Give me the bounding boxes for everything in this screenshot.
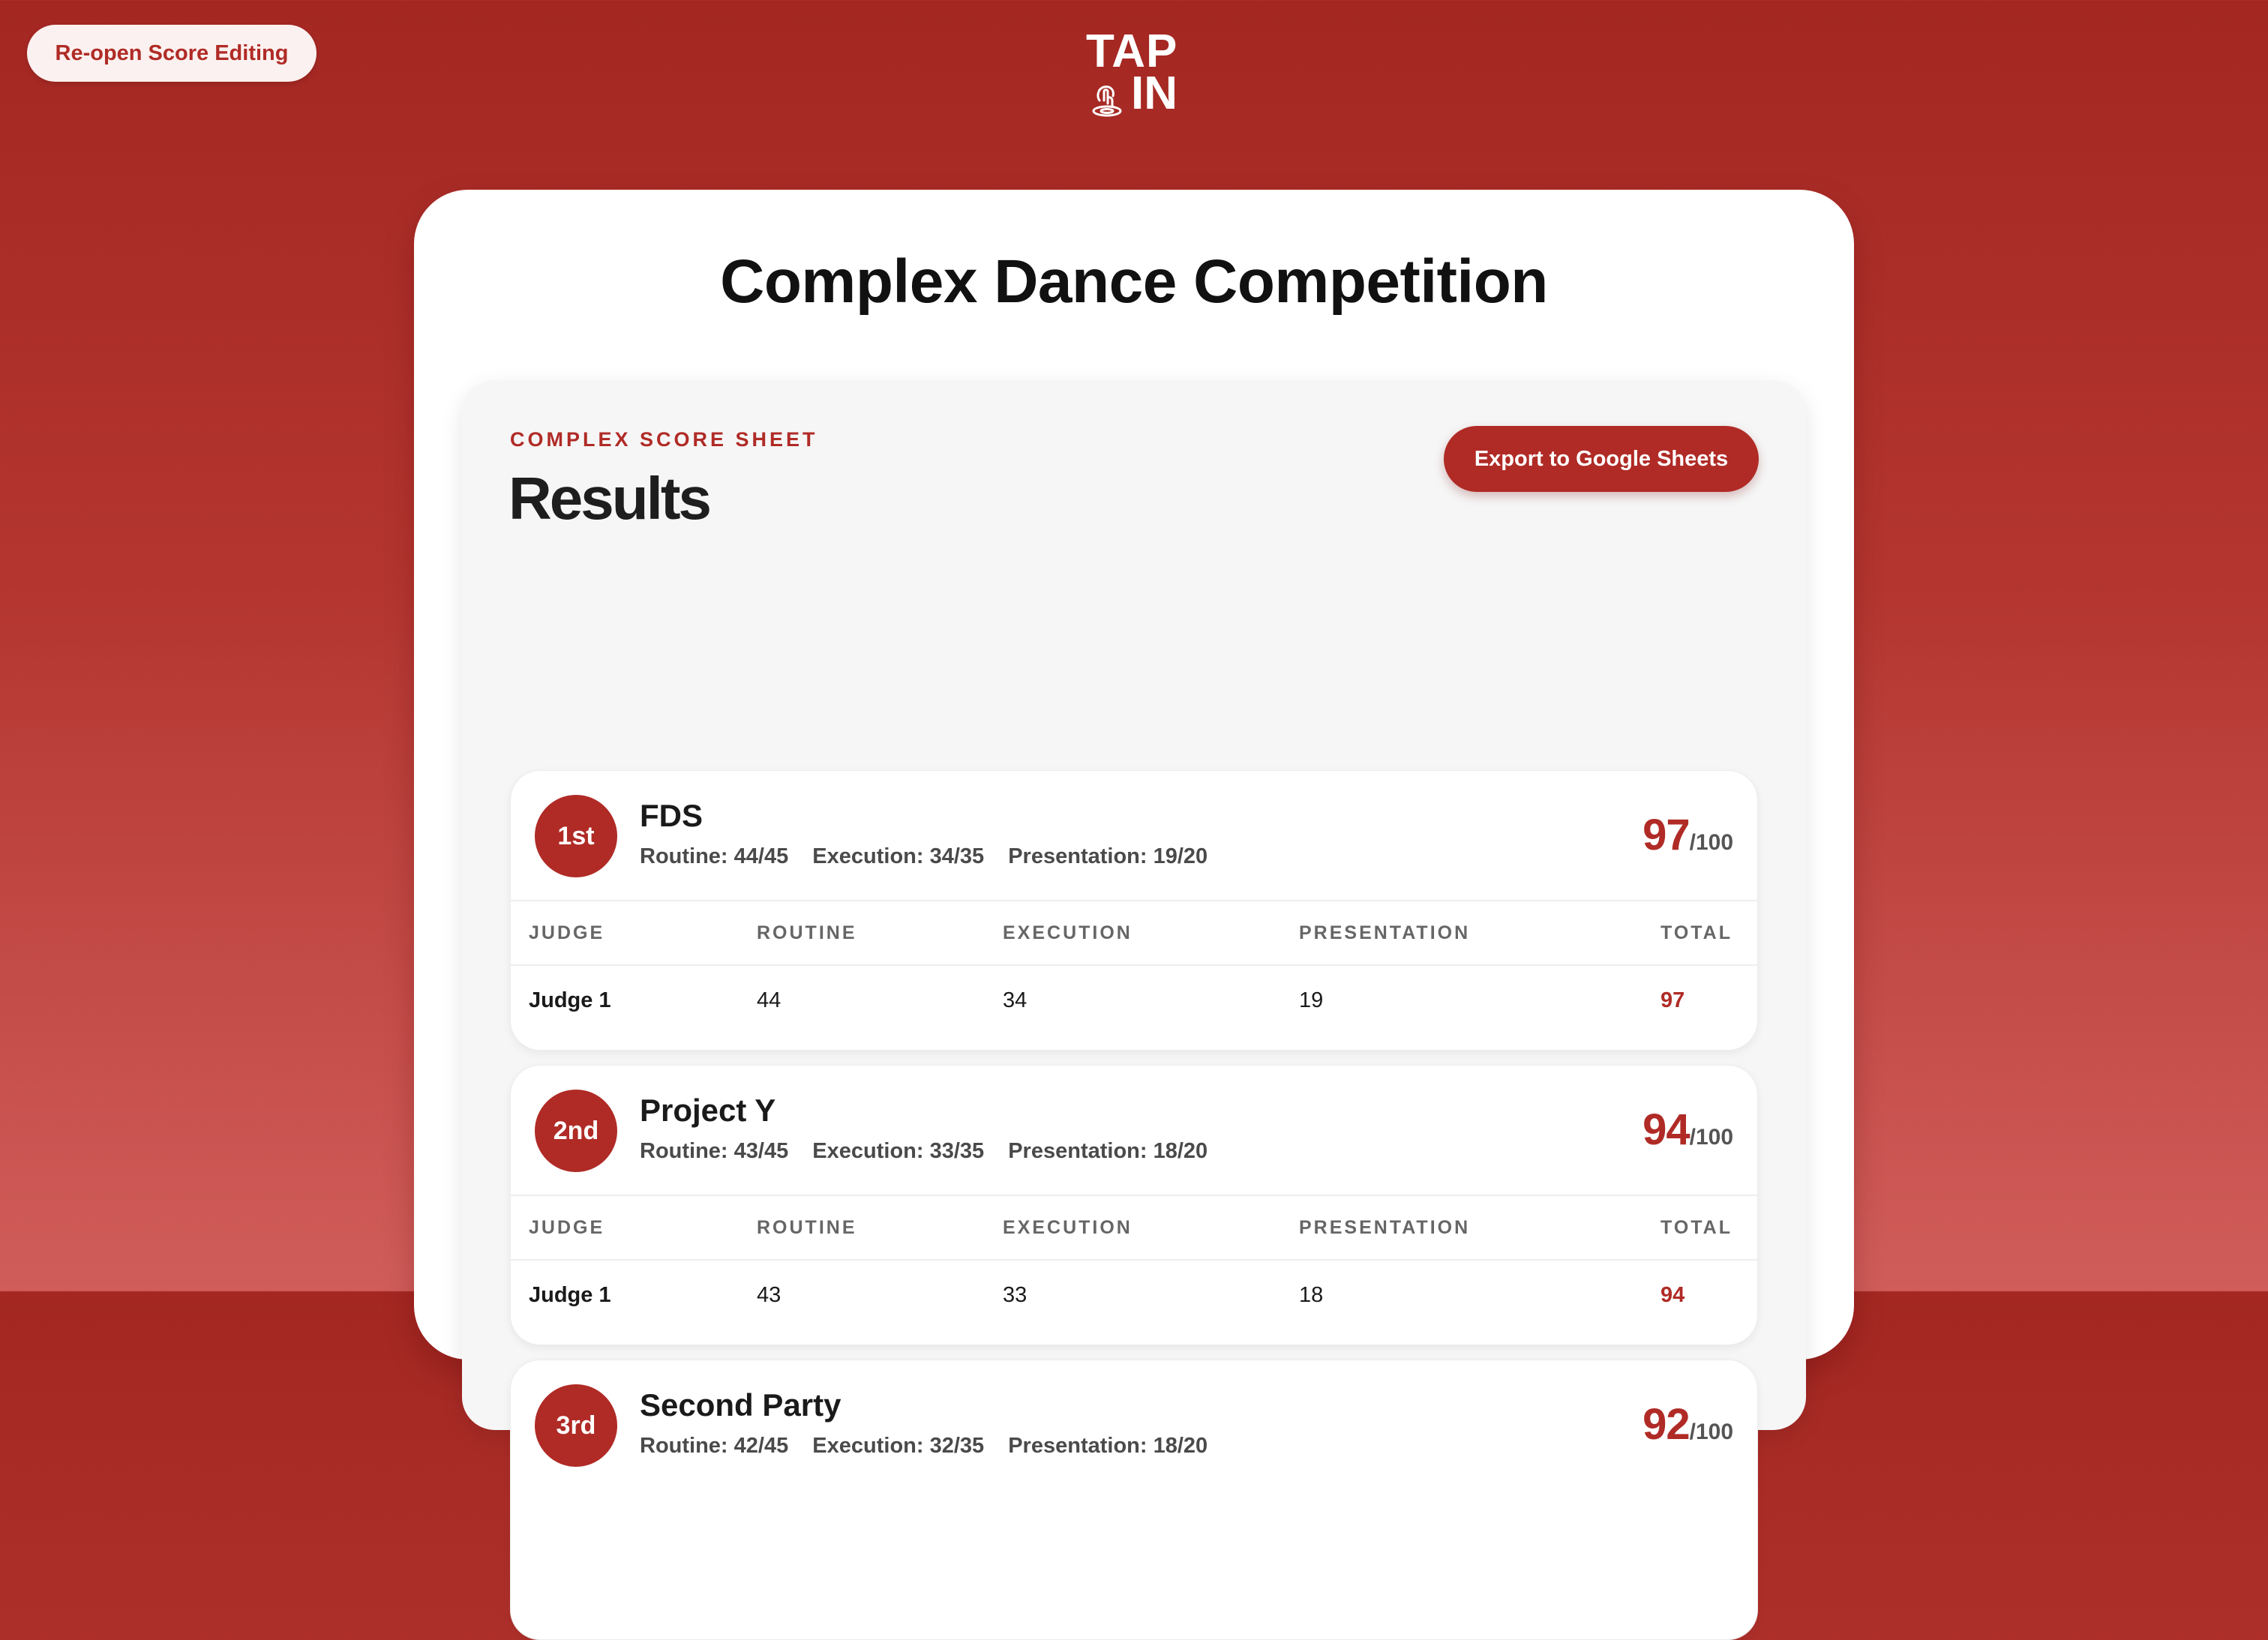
- rank-badge: 3rd: [535, 1384, 617, 1467]
- col-header-total: TOTAL: [1660, 1216, 1733, 1238]
- score-sheet-panel: COMPLEX SCORE SHEET Results Export to Go…: [462, 380, 1806, 1640]
- routine-subtotal: Routine: 42/45: [640, 1434, 789, 1458]
- table-row: Judge 1 43 33 18 94: [511, 1260, 1757, 1330]
- competition-card: Complex Dance Competition COMPLEX SCORE …: [414, 190, 1854, 1640]
- execution-score: 34: [1003, 988, 1028, 1012]
- results-heading: Results: [508, 465, 712, 532]
- team-total-score: 92/100: [1642, 1399, 1733, 1450]
- judge-scores-table: JUDGE ROUTINE EXECUTION PRESENTATION TOT…: [511, 900, 1757, 1036]
- team-score-breakdown: Routine: 42/45 Execution: 32/35 Presenta…: [640, 1434, 1208, 1459]
- table-row: Judge 1 44 34 19 97: [511, 965, 1757, 1036]
- col-header-execution: EXECUTION: [1003, 922, 1132, 943]
- col-header-routine: ROUTINE: [757, 922, 857, 943]
- tapin-logo: TAP IN: [1086, 28, 1184, 118]
- presentation-score: 19: [1299, 988, 1324, 1012]
- execution-score: 33: [1003, 1283, 1028, 1307]
- team-result-card: 2nd Project Y Routine: 43/45 Execution: …: [510, 1065, 1758, 1345]
- routine-subtotal: Routine: 43/45: [640, 1139, 789, 1163]
- routine-score: 44: [757, 988, 782, 1012]
- table-header-row: JUDGE ROUTINE EXECUTION PRESENTATION TOT…: [511, 901, 1757, 965]
- presentation-subtotal: Presentation: 19/20: [1008, 844, 1208, 868]
- col-header-total: TOTAL: [1660, 922, 1733, 943]
- col-header-judge: JUDGE: [529, 922, 605, 943]
- total-score: 97: [1660, 988, 1685, 1012]
- export-google-sheets-button[interactable]: Export to Google Sheets: [1444, 426, 1759, 492]
- team-result-card: 1st FDS Routine: 44/45 Execution: 34/35 …: [510, 770, 1758, 1051]
- team-total-score: 94/100: [1642, 1105, 1733, 1155]
- team-score-max: /100: [1689, 1125, 1733, 1150]
- team-name: Second Party: [640, 1387, 842, 1423]
- routine-subtotal: Routine: 44/45: [640, 844, 789, 868]
- team-score-breakdown: Routine: 44/45 Execution: 34/35 Presenta…: [640, 844, 1208, 869]
- judge-scores-table: JUDGE ROUTINE EXECUTION PRESENTATION TOT…: [511, 1195, 1757, 1330]
- judge-name: Judge 1: [529, 1283, 611, 1307]
- execution-subtotal: Execution: 34/35: [812, 844, 985, 868]
- tap-finger-icon: [1092, 85, 1122, 117]
- execution-subtotal: Execution: 33/35: [812, 1139, 985, 1163]
- presentation-subtotal: Presentation: 18/20: [1008, 1139, 1208, 1163]
- sheet-kicker: COMPLEX SCORE SHEET: [510, 428, 818, 451]
- team-name: FDS: [640, 798, 703, 833]
- team-score-max: /100: [1689, 1420, 1733, 1444]
- team-score-breakdown: Routine: 43/45 Execution: 33/35 Presenta…: [640, 1139, 1208, 1164]
- team-score-value: 92: [1642, 1400, 1690, 1449]
- judge-name: Judge 1: [529, 988, 611, 1012]
- col-header-execution: EXECUTION: [1003, 1216, 1132, 1238]
- col-header-routine: ROUTINE: [757, 1216, 857, 1238]
- team-total-score: 97/100: [1642, 810, 1733, 860]
- team-score-value: 94: [1642, 1105, 1690, 1154]
- reopen-score-editing-button[interactable]: Re-open Score Editing: [27, 25, 316, 82]
- routine-score: 43: [757, 1283, 782, 1307]
- total-score: 94: [1660, 1283, 1685, 1307]
- team-name: Project Y: [640, 1093, 776, 1128]
- presentation-subtotal: Presentation: 18/20: [1008, 1434, 1208, 1458]
- rank-badge: 1st: [535, 795, 617, 877]
- table-header-row: JUDGE ROUTINE EXECUTION PRESENTATION TOT…: [511, 1195, 1757, 1260]
- team-score-value: 97: [1642, 811, 1690, 859]
- page-title: Complex Dance Competition: [720, 247, 1548, 316]
- execution-subtotal: Execution: 32/35: [812, 1434, 985, 1458]
- col-header-presentation: PRESENTATION: [1299, 1216, 1471, 1238]
- team-result-card: 3rd Second Party Routine: 42/45 Executio…: [510, 1360, 1758, 1640]
- team-score-max: /100: [1689, 830, 1733, 855]
- col-header-judge: JUDGE: [529, 1216, 605, 1238]
- presentation-score: 18: [1299, 1283, 1324, 1307]
- col-header-presentation: PRESENTATION: [1299, 922, 1471, 943]
- logo-text-in: IN: [1131, 67, 1178, 119]
- rank-badge: 2nd: [535, 1090, 617, 1172]
